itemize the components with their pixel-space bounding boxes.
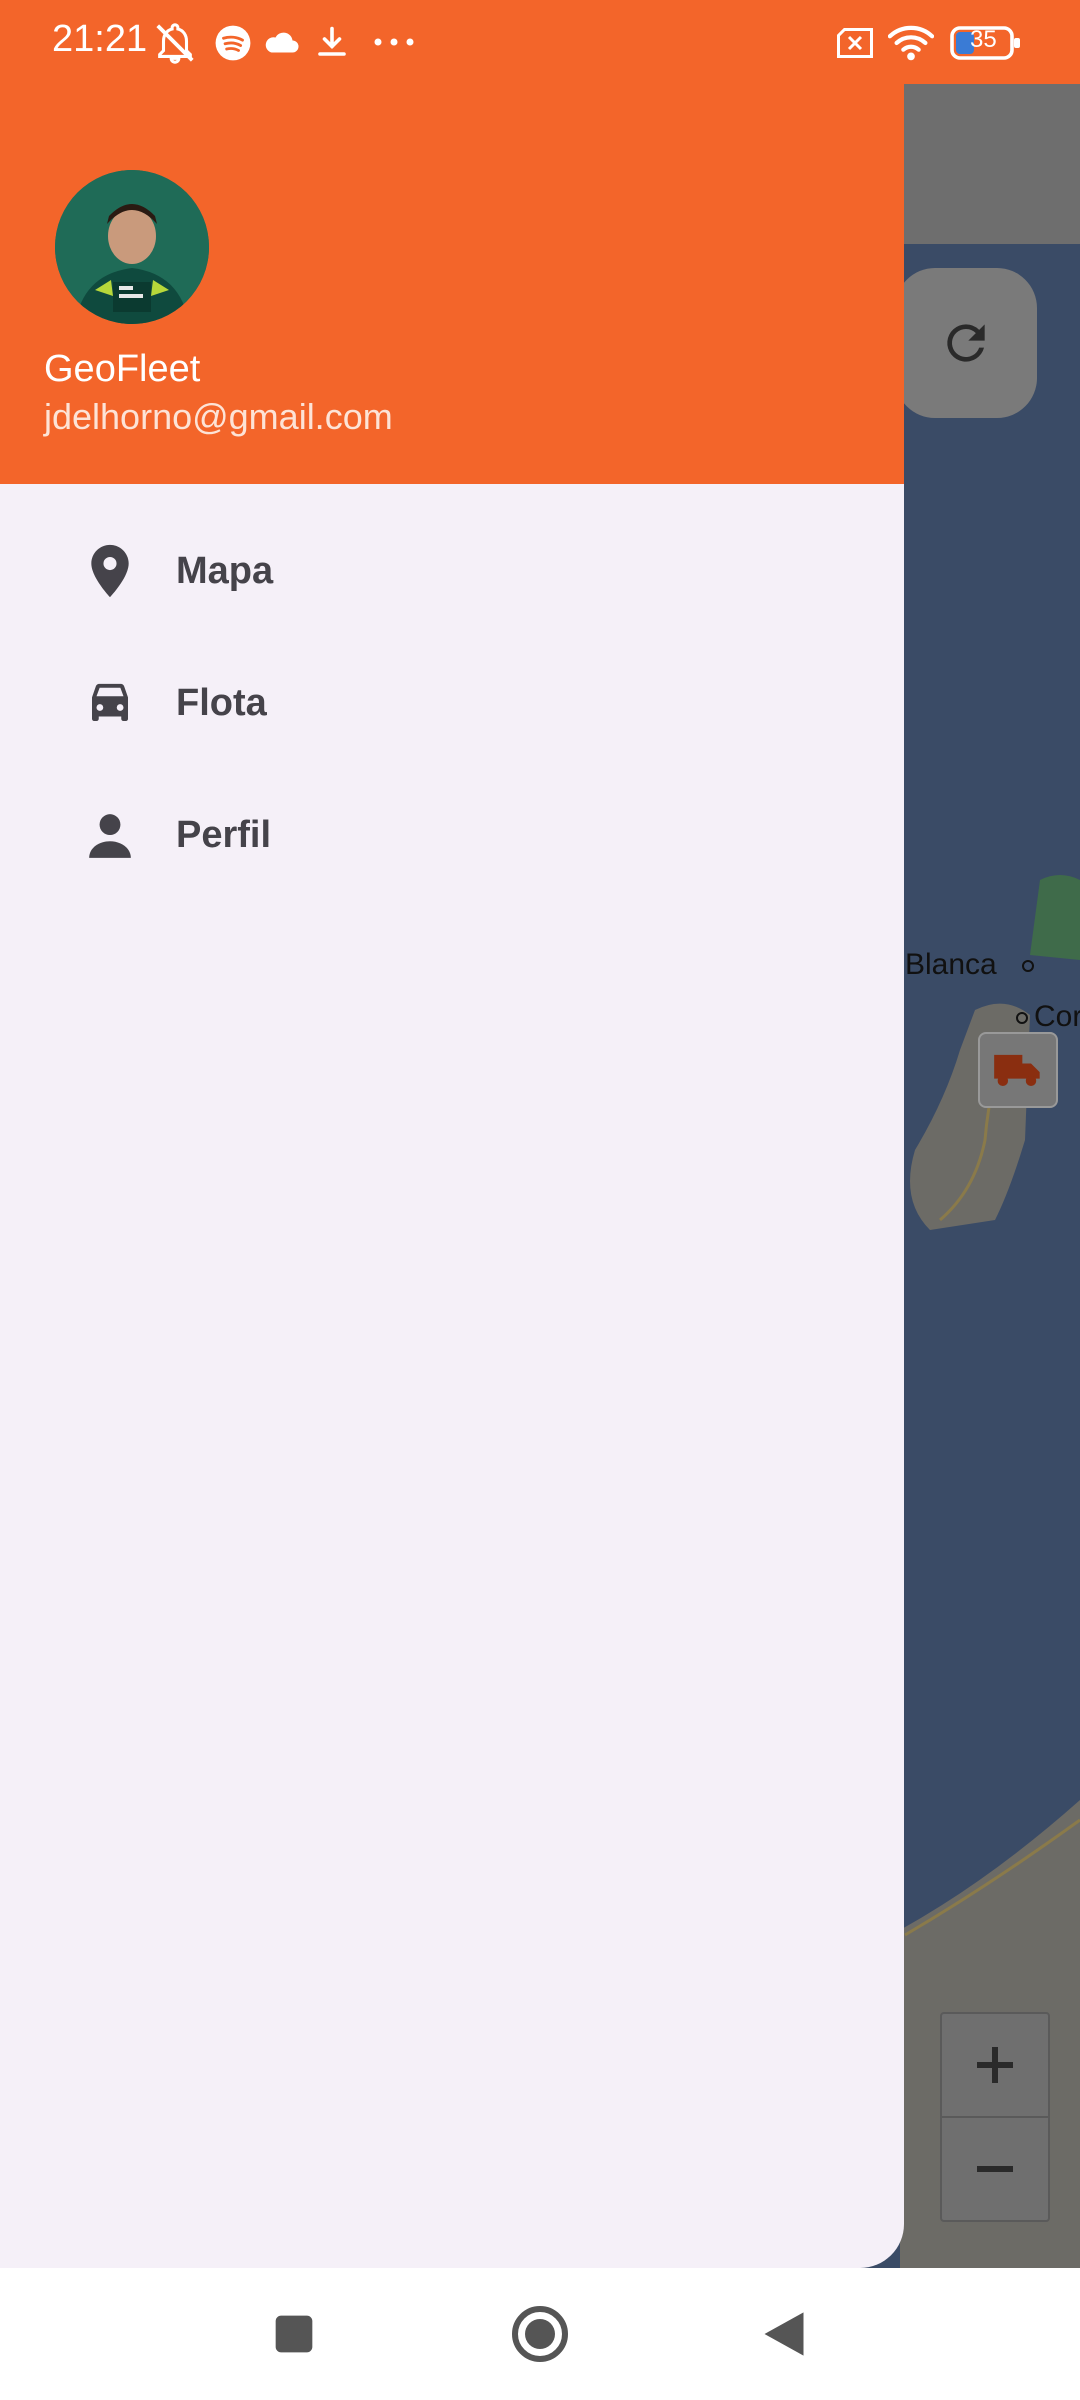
avatar[interactable]: [55, 170, 209, 324]
vehicle-marker[interactable]: [978, 1032, 1058, 1108]
back-button[interactable]: [746, 2296, 822, 2372]
zoom-controls: [940, 2012, 1050, 2222]
map-place-dot: [1022, 960, 1034, 972]
screen: Blanca Cor GeoFleet jdelhorno@gmail.com …: [0, 0, 1080, 2400]
more-icon: [374, 38, 414, 46]
refresh-icon: [947, 324, 985, 362]
no-sim-icon: [837, 28, 873, 58]
map-label-cor: Cor: [1034, 1000, 1080, 1033]
refresh-button[interactable]: [895, 268, 1037, 418]
battery-level: 35: [970, 26, 997, 53]
recents-icon: [275, 2315, 313, 2353]
spotify-icon: [215, 25, 251, 61]
system-navigation-bar: [0, 2268, 1080, 2400]
notifications-muted-icon: [156, 23, 194, 64]
navigation-drawer: GeoFleet jdelhorno@gmail.com Mapa Flota: [0, 0, 904, 2268]
cloud-icon: [265, 32, 299, 53]
map-label-blanca: Blanca: [905, 948, 997, 981]
zoom-in-button[interactable]: [942, 2014, 1048, 2116]
minus-icon: [977, 2166, 1013, 2172]
status-time: 21:21: [52, 18, 148, 60]
drawer-item-label: Mapa: [176, 549, 274, 592]
download-icon: [318, 26, 346, 56]
wifi-icon: [888, 25, 934, 61]
drawer-item-label: Perfil: [176, 813, 272, 856]
home-button[interactable]: [502, 2296, 578, 2372]
location-pin-icon: [80, 541, 140, 601]
plus-icon: [977, 2047, 1013, 2083]
recents-button[interactable]: [256, 2296, 332, 2372]
drawer-item-flota[interactable]: Flota: [0, 643, 904, 763]
user-email: jdelhorno@gmail.com: [44, 396, 393, 437]
land-green: [1030, 875, 1080, 960]
app-name: GeoFleet: [44, 348, 201, 390]
drawer-item-label: Flota: [176, 681, 267, 724]
avatar-image: [55, 170, 209, 324]
drawer-item-mapa[interactable]: Mapa: [0, 511, 904, 631]
car-icon: [80, 673, 140, 733]
back-icon: [764, 2312, 804, 2356]
person-icon: [80, 805, 140, 865]
home-icon: [512, 2306, 568, 2362]
status-bar: 21:21 35: [0, 0, 1080, 84]
truck-icon: [994, 1054, 1040, 1087]
zoom-out-button[interactable]: [942, 2116, 1048, 2220]
drawer-item-perfil[interactable]: Perfil: [0, 775, 904, 895]
